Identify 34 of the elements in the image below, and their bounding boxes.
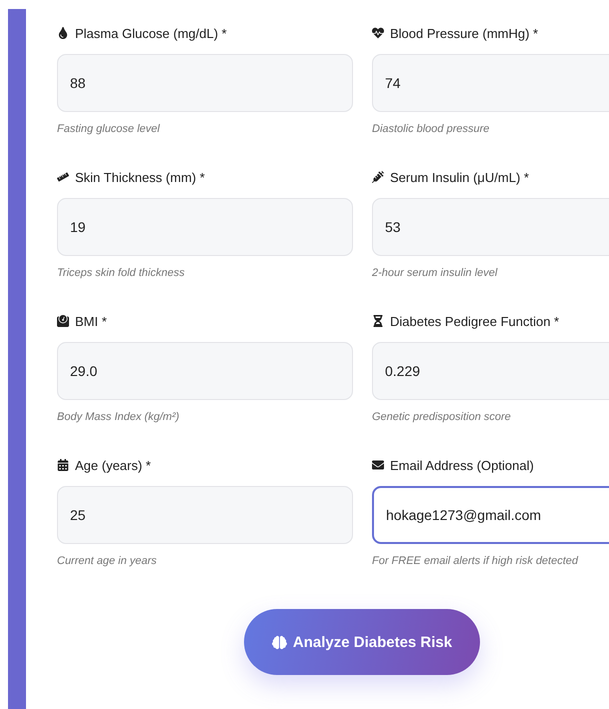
help-text: Fasting glucose level: [57, 123, 161, 135]
input-field[interactable]: 53: [372, 198, 609, 256]
hourglass-icon: [372, 315, 384, 327]
field-label: Skin Thickness (mm) *: [75, 170, 205, 184]
weight-icon: [57, 315, 69, 327]
droplet-icon: [57, 27, 69, 39]
field-label: Email Address (Optional): [390, 458, 534, 472]
syringe-icon: [372, 171, 384, 183]
envelope-icon: [372, 459, 384, 471]
input-field[interactable]: 74: [372, 54, 609, 112]
field-label: Age (years) *: [75, 458, 151, 472]
analyze-button[interactable]: Analyze Diabetes Risk: [244, 609, 480, 675]
heart-pulse-icon: [372, 27, 384, 39]
input-field[interactable]: 25: [57, 486, 353, 544]
field-label: BMI *: [75, 314, 107, 328]
field-label: Serum Insulin (μU/mL) *: [390, 170, 529, 184]
help-text: For FREE email alerts if high risk detected: [372, 555, 580, 567]
input-field[interactable]: 29.0: [57, 342, 353, 400]
input-field[interactable]: hokage1273@gmail.com: [372, 486, 609, 544]
input-field[interactable]: 88: [57, 54, 353, 112]
ruler-icon: [57, 171, 69, 183]
brain-icon: [272, 634, 287, 650]
help-text: Genetic predisposition score: [372, 411, 512, 423]
input-field[interactable]: 19: [57, 198, 353, 256]
help-text: Diastolic blood pressure: [372, 123, 490, 135]
field-label: Diabetes Pedigree Function *: [390, 314, 560, 328]
field-label: Plasma Glucose (mg/dL) *: [75, 26, 227, 40]
input-field[interactable]: 0.229: [372, 342, 609, 400]
help-text: Triceps skin fold thickness: [57, 267, 186, 279]
calendar-icon: [57, 459, 69, 471]
help-text: Body Mass Index (kg/m²): [57, 411, 180, 423]
help-text: 2-hour serum insulin level: [372, 267, 498, 279]
field-label: Blood Pressure (mmHg) *: [390, 26, 538, 40]
help-text: Current age in years: [57, 555, 158, 567]
